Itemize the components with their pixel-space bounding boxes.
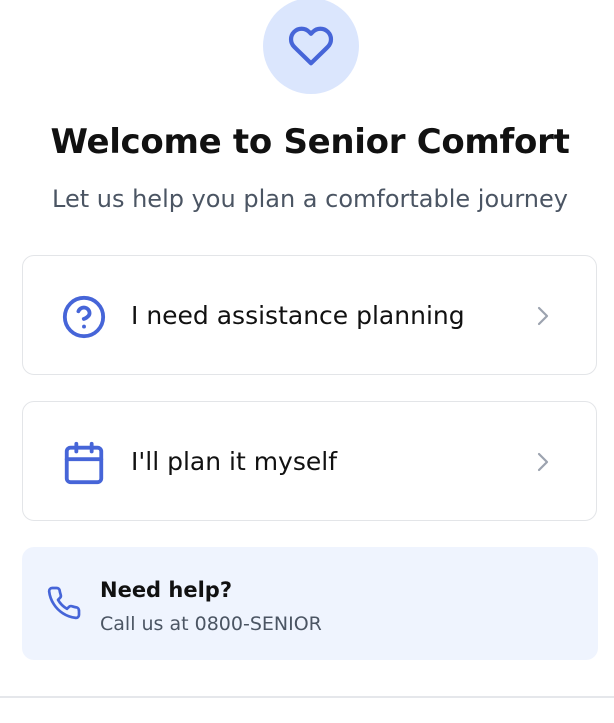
- option-label: I need assistance planning: [131, 301, 465, 330]
- option-label: I'll plan it myself: [131, 447, 338, 476]
- bottom-divider: [0, 696, 614, 698]
- heart-icon: [288, 23, 334, 69]
- help-title: Need help?: [100, 578, 233, 602]
- plan-myself-option[interactable]: I'll plan it myself: [22, 401, 597, 521]
- welcome-screen: Welcome to Senior Comfort Let us help yo…: [0, 0, 614, 723]
- chevron-right-icon: [534, 450, 552, 474]
- help-card: Need help? Call us at 0800-SENIOR: [22, 547, 598, 660]
- help-phone-text[interactable]: Call us at 0800-SENIOR: [100, 613, 322, 635]
- hero-badge: [263, 0, 359, 94]
- phone-icon[interactable]: [46, 585, 82, 621]
- chevron-right-icon: [534, 304, 552, 328]
- assistance-planning-option[interactable]: I need assistance planning: [22, 255, 597, 375]
- page-title: Welcome to Senior Comfort: [50, 122, 570, 162]
- calendar-icon: [61, 440, 107, 486]
- question-circle-icon: [61, 294, 107, 340]
- page-subtitle: Let us help you plan a comfortable journ…: [52, 185, 568, 213]
